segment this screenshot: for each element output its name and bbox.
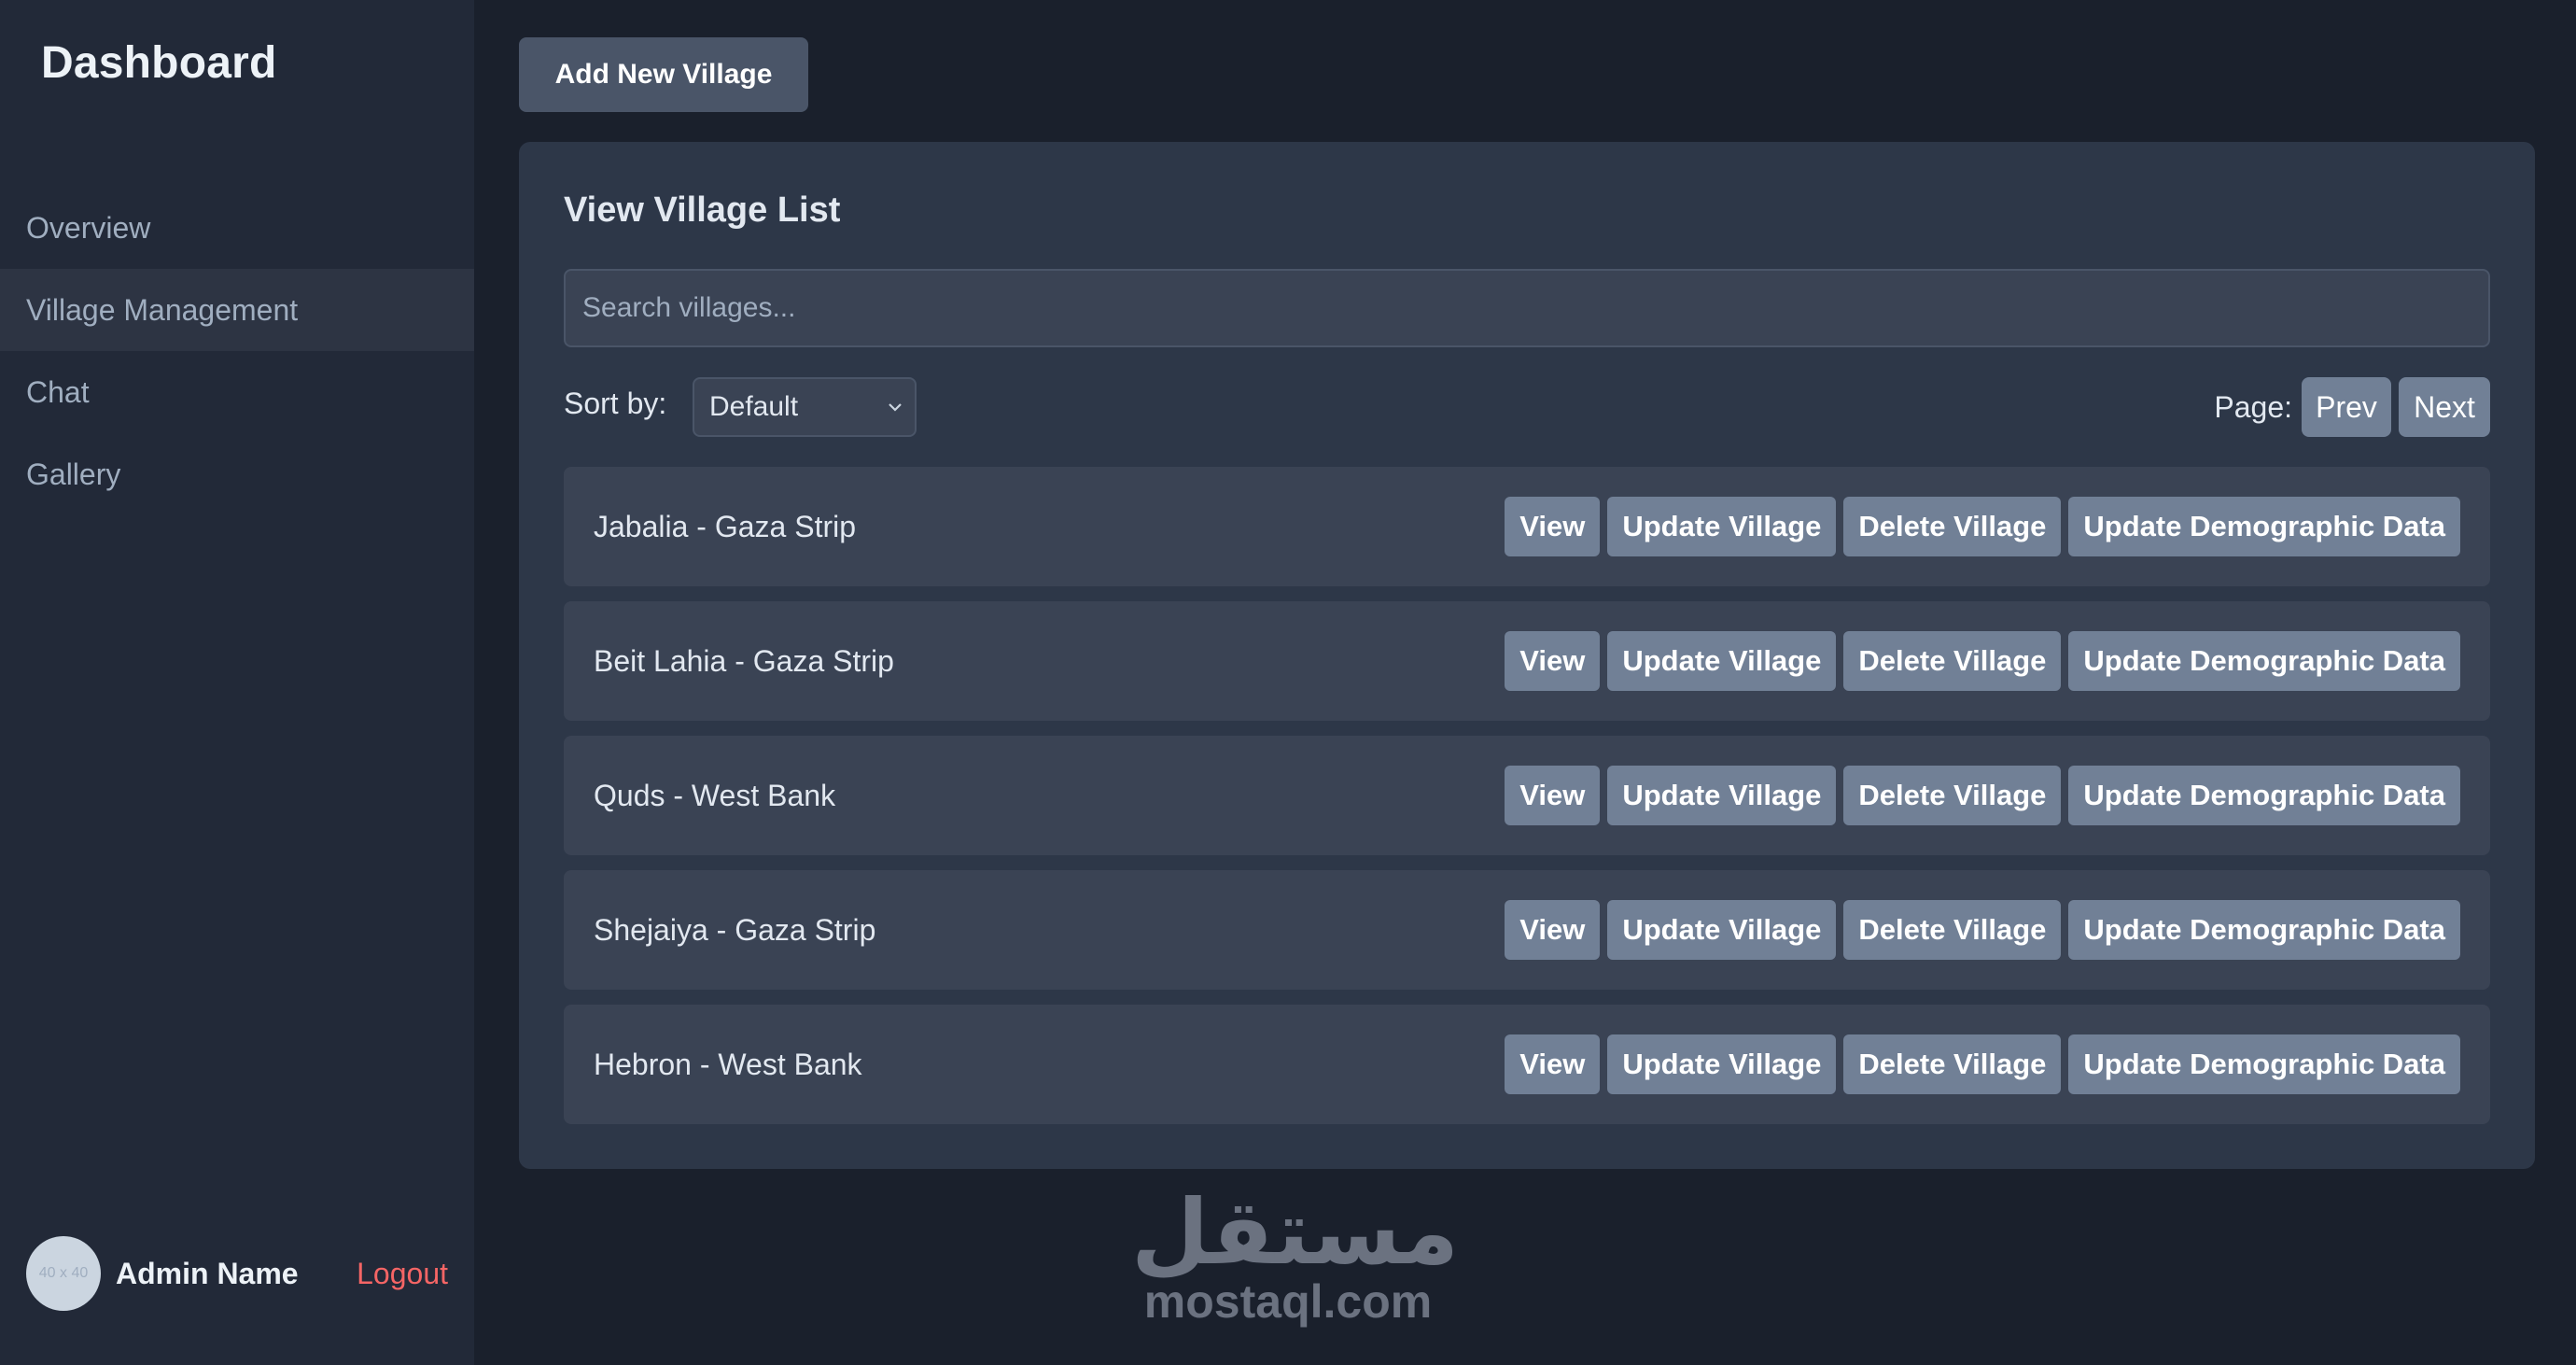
village-row: Beit Lahia - Gaza Strip View Update Vill… <box>564 601 2490 721</box>
update-demographic-data-button[interactable]: Update Demographic Data <box>2068 497 2460 556</box>
village-list-panel: View Village List Sort by: Default Page:… <box>519 142 2535 1169</box>
panel-title: View Village List <box>564 190 841 230</box>
row-actions: View Update Village Delete Village Updat… <box>1505 900 2460 960</box>
delete-village-button[interactable]: Delete Village <box>1843 1034 2062 1094</box>
next-page-button[interactable]: Next <box>2399 377 2490 437</box>
search-input[interactable] <box>564 269 2490 347</box>
village-name: Shejaiya - Gaza Strip <box>594 913 876 947</box>
village-name: Jabalia - Gaza Strip <box>594 510 857 543</box>
village-row: Jabalia - Gaza Strip View Update Village… <box>564 467 2490 586</box>
village-name: Beit Lahia - Gaza Strip <box>594 644 894 678</box>
update-village-button[interactable]: Update Village <box>1607 1034 1837 1094</box>
village-name: Quds - West Bank <box>594 779 836 812</box>
sidebar-item-gallery[interactable]: Gallery <box>0 433 474 515</box>
sort-label: Sort by: <box>564 387 667 420</box>
view-button[interactable]: View <box>1505 766 1601 825</box>
user-name: Admin Name <box>116 1257 299 1290</box>
delete-village-button[interactable]: Delete Village <box>1843 900 2062 960</box>
row-actions: View Update Village Delete Village Updat… <box>1505 631 2460 691</box>
update-village-button[interactable]: Update Village <box>1607 766 1837 825</box>
user-panel: 40 x 40 Admin Name Logout <box>26 1236 448 1311</box>
view-button[interactable]: View <box>1505 631 1601 691</box>
village-row: Hebron - West Bank View Update Village D… <box>564 1005 2490 1124</box>
delete-village-button[interactable]: Delete Village <box>1843 766 2062 825</box>
update-village-button[interactable]: Update Village <box>1607 900 1837 960</box>
update-village-button[interactable]: Update Village <box>1607 497 1837 556</box>
update-demographic-data-button[interactable]: Update Demographic Data <box>2068 900 2460 960</box>
village-row: Shejaiya - Gaza Strip View Update Villag… <box>564 870 2490 990</box>
row-actions: View Update Village Delete Village Updat… <box>1505 766 2460 825</box>
update-demographic-data-button[interactable]: Update Demographic Data <box>2068 1034 2460 1094</box>
row-actions: View Update Village Delete Village Updat… <box>1505 497 2460 556</box>
view-button[interactable]: View <box>1505 900 1601 960</box>
sort-selected-value: Default <box>709 391 799 422</box>
avatar: 40 x 40 <box>26 1236 101 1311</box>
update-demographic-data-button[interactable]: Update Demographic Data <box>2068 631 2460 691</box>
sidebar-item-village-management[interactable]: Village Management <box>0 269 474 351</box>
prev-page-button[interactable]: Prev <box>2302 377 2391 437</box>
sidebar: Dashboard Overview Village Management Ch… <box>0 0 474 1365</box>
update-village-button[interactable]: Update Village <box>1607 631 1837 691</box>
logout-link[interactable]: Logout <box>357 1236 448 1311</box>
sidebar-item-overview[interactable]: Overview <box>0 187 474 269</box>
view-button[interactable]: View <box>1505 1034 1601 1094</box>
update-demographic-data-button[interactable]: Update Demographic Data <box>2068 766 2460 825</box>
village-row: Quds - West Bank View Update Village Del… <box>564 736 2490 855</box>
watermark-arabic: مستقل <box>1131 1180 1460 1285</box>
delete-village-button[interactable]: Delete Village <box>1843 497 2062 556</box>
village-list: Jabalia - Gaza Strip View Update Village… <box>564 467 2490 1139</box>
watermark-latin: mostaql.com <box>1143 1275 1433 1328</box>
add-new-village-button[interactable]: Add New Village <box>519 37 808 112</box>
sort-select[interactable]: Default <box>693 377 917 437</box>
delete-village-button[interactable]: Delete Village <box>1843 631 2062 691</box>
chevron-down-icon <box>887 379 903 457</box>
page-label: Page: <box>2214 390 2292 424</box>
sidebar-item-chat[interactable]: Chat <box>0 351 474 433</box>
sidebar-nav: Overview Village Management Chat Gallery <box>0 187 474 515</box>
sidebar-brand: Dashboard <box>41 38 277 88</box>
village-name: Hebron - West Bank <box>594 1048 862 1081</box>
view-button[interactable]: View <box>1505 497 1601 556</box>
row-actions: View Update Village Delete Village Updat… <box>1505 1034 2460 1094</box>
watermark: مستقل mostaql.com <box>1131 1180 1460 1328</box>
